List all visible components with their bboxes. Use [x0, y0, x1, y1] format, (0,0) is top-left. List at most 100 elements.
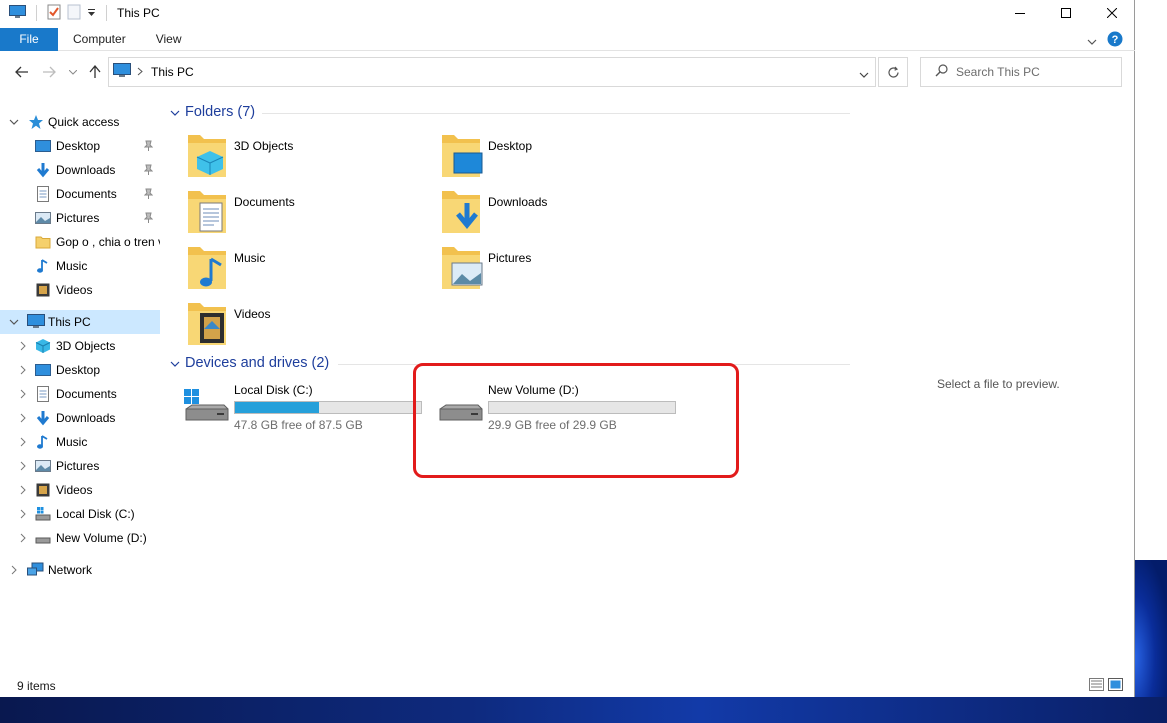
storage-usage-fill — [235, 402, 320, 413]
documents-icon — [35, 186, 51, 202]
help-icon[interactable]: ? — [1107, 31, 1123, 50]
nav-pc-downloads[interactable]: Downloads — [0, 406, 160, 430]
chevron-right-icon[interactable] — [18, 485, 28, 495]
storage-usage-bar — [234, 401, 422, 414]
folder-icon — [35, 234, 51, 250]
folders-group-header[interactable]: Folders (7) — [170, 104, 255, 120]
tab-view[interactable]: View — [141, 28, 197, 51]
desktop-folder-icon — [438, 131, 486, 183]
documents-icon — [35, 386, 51, 402]
chevron-right-icon[interactable] — [18, 437, 28, 447]
recent-locations-button[interactable] — [64, 63, 82, 81]
computer-icon[interactable] — [9, 4, 26, 22]
nav-quick-videos[interactable]: Videos — [0, 278, 160, 302]
up-button[interactable] — [86, 63, 104, 81]
title-bar: This PC — [0, 0, 1135, 26]
chevron-right-icon[interactable] — [18, 341, 28, 351]
pin-icon[interactable] — [143, 212, 154, 226]
drive-local-disk-c[interactable]: Local Disk (C:) 47.8 GB free of 87.5 GB — [184, 379, 434, 439]
pin-icon[interactable] — [143, 188, 154, 202]
ribbon-tabs: File Computer View ? — [0, 27, 1135, 51]
folder-desktop[interactable]: Desktop — [438, 131, 678, 183]
this-pc-icon — [27, 314, 45, 330]
nav-pc-new-volume[interactable]: New Volume (D:) — [0, 526, 160, 550]
chevron-right-icon[interactable] — [18, 509, 28, 519]
window-title: This PC — [117, 6, 160, 20]
pin-icon[interactable] — [143, 140, 154, 154]
address-bar[interactable]: This PC — [108, 57, 876, 87]
3d-objects-folder-icon — [184, 131, 232, 183]
chevron-down-icon — [170, 104, 180, 120]
nav-pc-documents[interactable]: Documents — [0, 382, 160, 406]
back-button[interactable] — [13, 63, 31, 81]
nav-pc-3d-objects[interactable]: 3D Objects — [0, 334, 160, 358]
nav-this-pc[interactable]: This PC — [0, 310, 160, 334]
chevron-right-icon[interactable] — [18, 413, 28, 423]
folder-videos[interactable]: Videos — [184, 299, 424, 351]
new-folder-icon[interactable] — [67, 4, 81, 23]
maximize-button[interactable] — [1043, 0, 1089, 26]
minimize-button[interactable] — [997, 0, 1043, 26]
chevron-right-icon[interactable] — [9, 565, 19, 575]
folder-downloads[interactable]: Downloads — [438, 187, 678, 239]
nav-pc-desktop[interactable]: Desktop — [0, 358, 160, 382]
search-input[interactable]: Search This PC — [956, 65, 1040, 79]
expand-ribbon-icon[interactable] — [1087, 34, 1097, 48]
chevron-right-icon[interactable] — [18, 461, 28, 471]
nav-quick-downloads[interactable]: Downloads — [0, 158, 160, 182]
tab-computer[interactable]: Computer — [58, 28, 141, 51]
folder-music[interactable]: Music — [184, 243, 424, 295]
videos-icon — [35, 482, 51, 498]
search-icon — [935, 64, 948, 80]
nav-pc-pictures[interactable]: Pictures — [0, 454, 160, 478]
nav-quick-documents[interactable]: Documents — [0, 182, 160, 206]
videos-icon — [35, 282, 51, 298]
chevron-right-icon[interactable] — [18, 389, 28, 399]
drive-icon — [35, 530, 51, 546]
status-item-count: 9 items — [17, 679, 56, 693]
file-explorer-window: This PC File Computer View ? This PC Sea… — [0, 0, 1135, 697]
drives-group-header[interactable]: Devices and drives (2) — [170, 355, 329, 371]
pin-icon[interactable] — [143, 164, 154, 178]
folder-pictures[interactable]: Pictures — [438, 243, 678, 295]
desktop-background-bottom — [0, 697, 1167, 723]
nav-pc-local-disk[interactable]: Local Disk (C:) — [0, 502, 160, 526]
downloads-icon — [35, 410, 51, 426]
downloads-folder-icon — [438, 187, 486, 239]
pictures-icon — [35, 210, 51, 226]
forward-button[interactable] — [40, 63, 58, 81]
windows-drive-icon — [184, 387, 232, 427]
this-pc-icon — [113, 63, 131, 81]
large-icons-view-icon[interactable] — [1108, 678, 1123, 694]
nav-network[interactable]: Network — [0, 558, 160, 576]
nav-quick-desktop[interactable]: Desktop — [0, 134, 160, 158]
customize-toolbar-icon[interactable] — [87, 6, 96, 20]
properties-icon[interactable] — [47, 4, 61, 23]
desktop-icon — [35, 138, 51, 154]
svg-text:?: ? — [1112, 34, 1119, 46]
tab-file[interactable]: File — [0, 27, 58, 51]
nav-pc-music[interactable]: Music — [0, 430, 160, 454]
refresh-button[interactable] — [878, 57, 908, 87]
chevron-right-icon[interactable] — [18, 365, 28, 375]
nav-quick-music[interactable]: Music — [0, 254, 160, 278]
music-icon — [35, 434, 51, 450]
chevron-down-icon[interactable] — [9, 117, 19, 127]
folder-3d-objects[interactable]: 3D Objects — [184, 131, 424, 183]
chevron-right-icon[interactable] — [18, 533, 28, 543]
search-box[interactable]: Search This PC — [920, 57, 1122, 87]
details-view-icon[interactable] — [1089, 678, 1104, 694]
address-dropdown-icon[interactable] — [859, 67, 869, 81]
nav-quick-access[interactable]: Quick access — [0, 110, 160, 134]
chevron-down-icon[interactable] — [9, 317, 19, 327]
network-icon — [27, 562, 44, 576]
nav-quick-pictures[interactable]: Pictures — [0, 206, 160, 230]
breadcrumb-separator-icon — [137, 65, 143, 79]
group-divider — [262, 113, 850, 114]
nav-quick-folder[interactable]: Gop o , chia o tren v — [0, 230, 160, 254]
folder-documents[interactable]: Documents — [184, 187, 424, 239]
nav-pc-videos[interactable]: Videos — [0, 478, 160, 502]
3d-objects-icon — [35, 338, 51, 354]
breadcrumb[interactable]: This PC — [151, 65, 194, 79]
close-button[interactable] — [1089, 0, 1135, 26]
